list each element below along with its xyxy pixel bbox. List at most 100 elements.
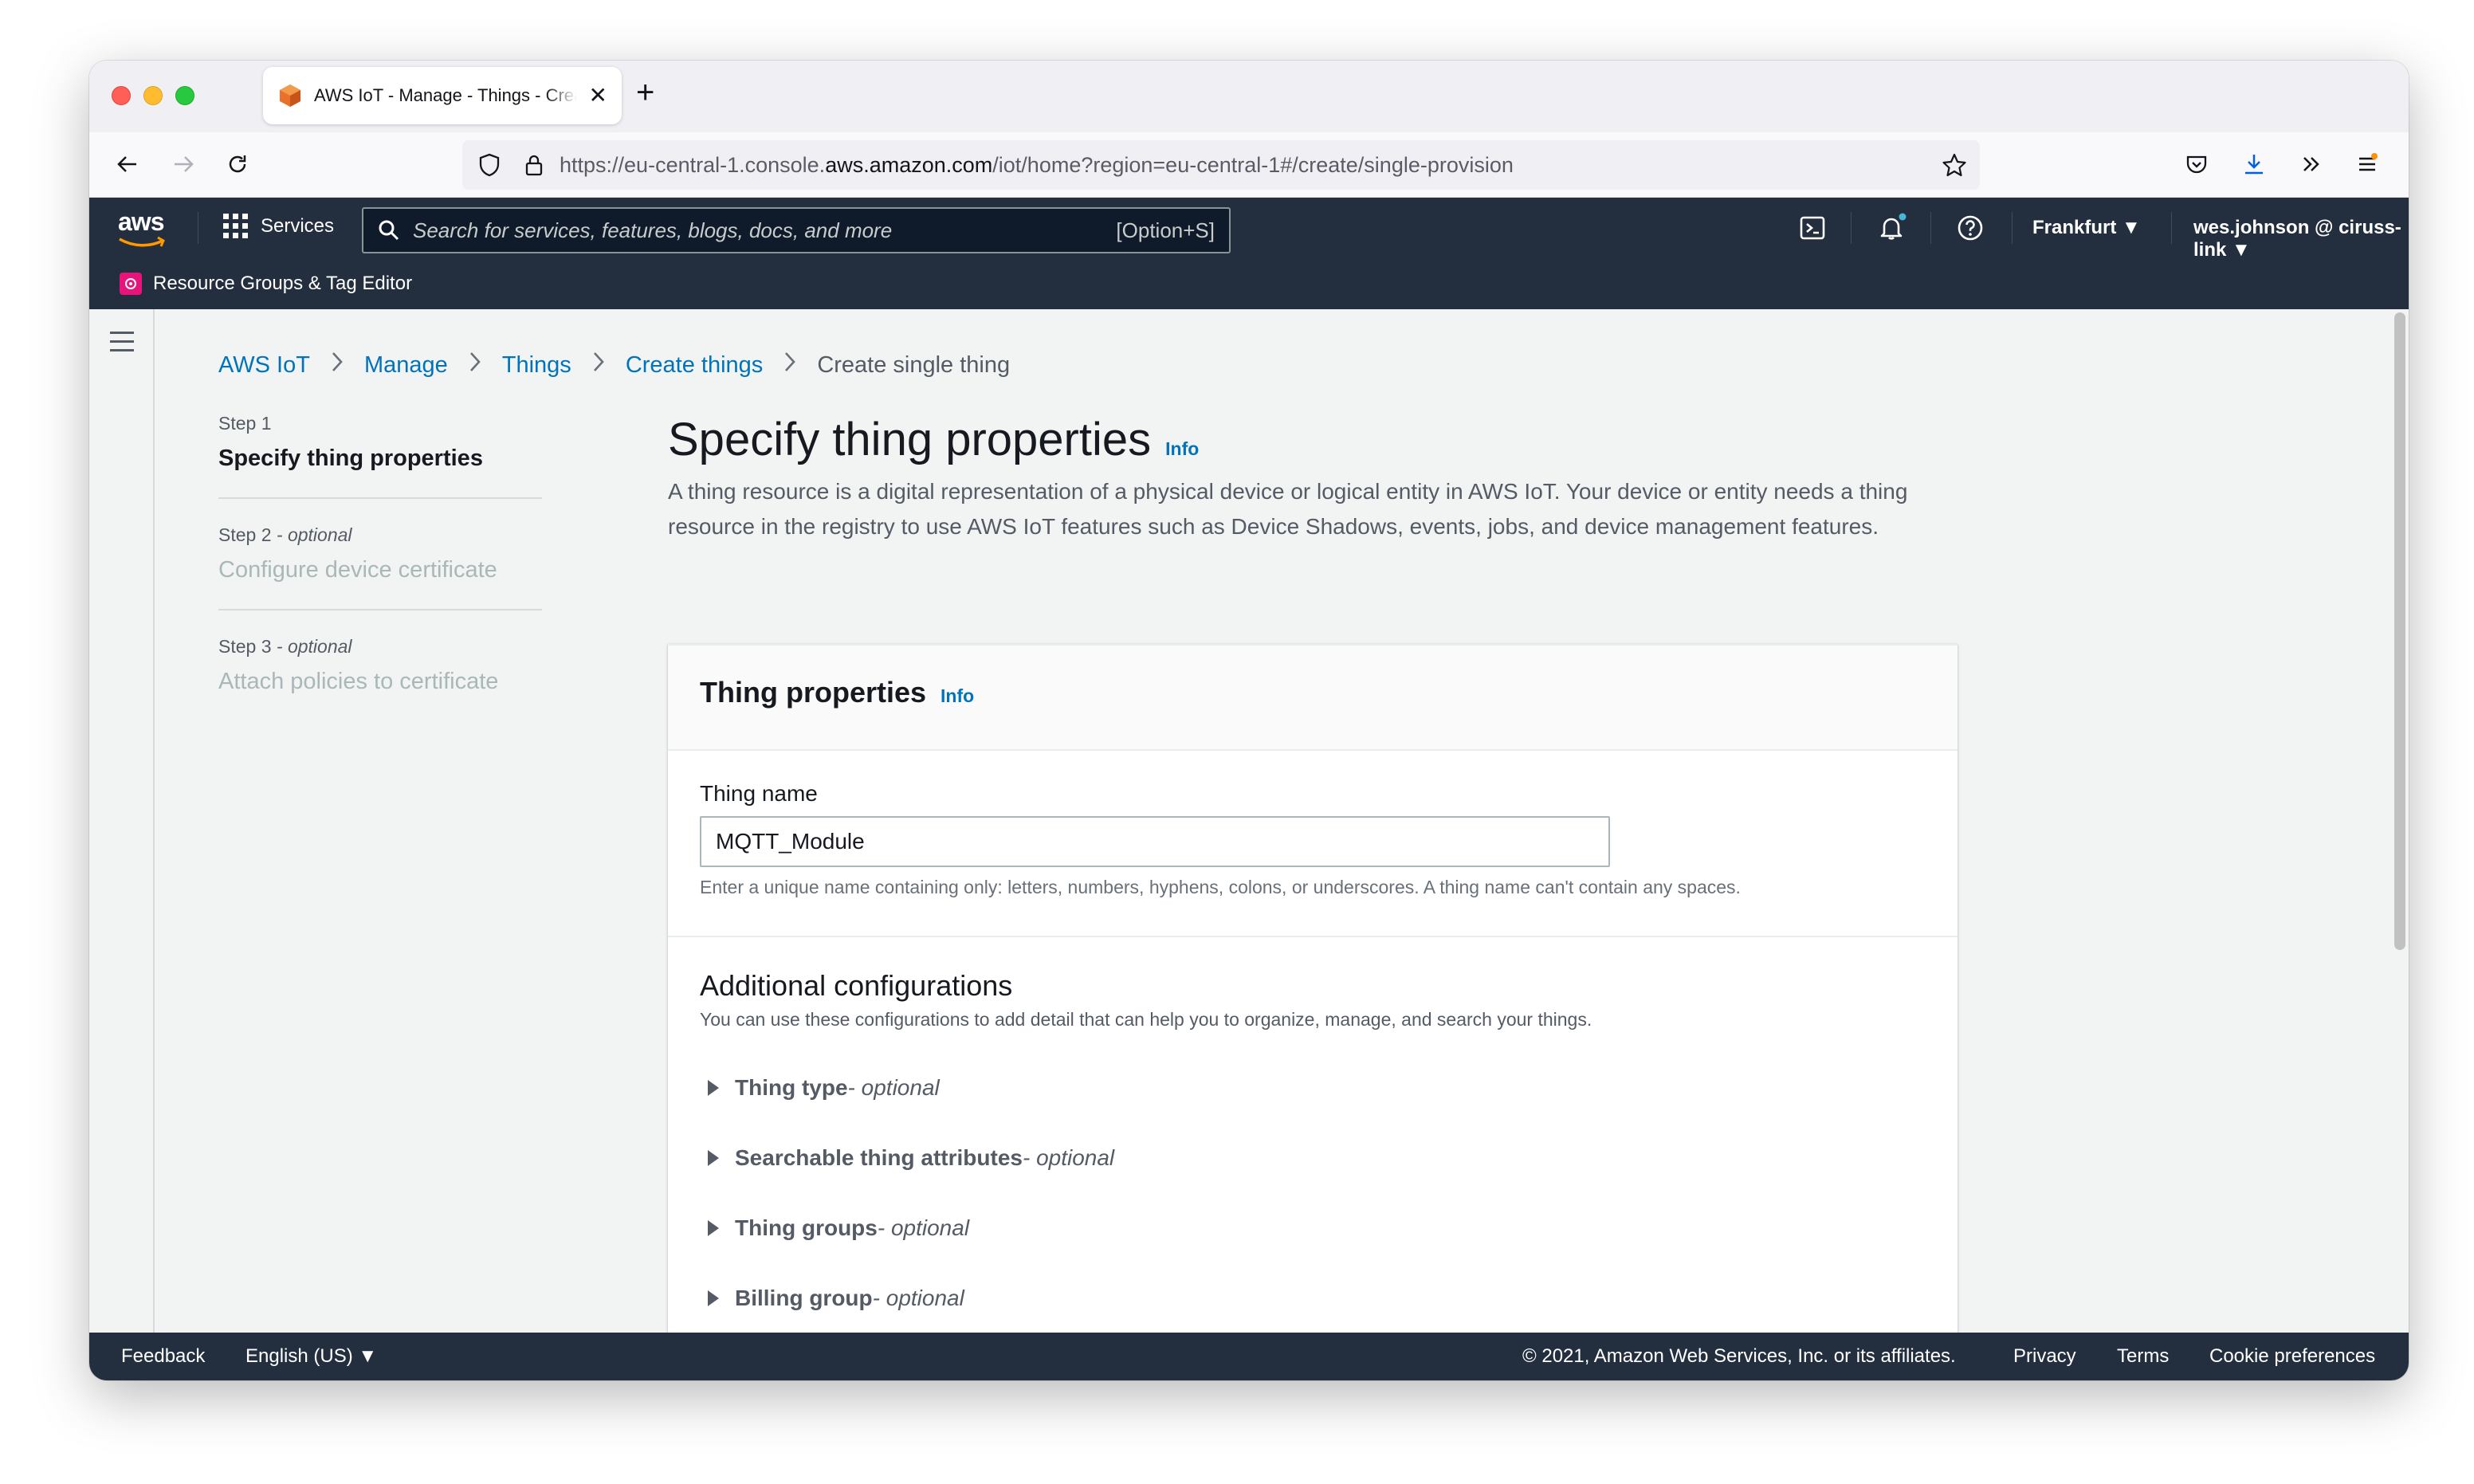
- thing-groups-expander[interactable]: Thing groups - optional: [700, 1215, 1926, 1241]
- page-title-text: Specify thing properties: [668, 414, 1152, 465]
- back-arrow-icon[interactable]: [110, 147, 145, 182]
- services-grid-icon: [223, 214, 248, 238]
- search-placeholder: Search for services, features, blogs, do…: [413, 218, 893, 242]
- panel-info-link[interactable]: Info: [941, 685, 974, 707]
- reload-icon[interactable]: [220, 147, 255, 182]
- account-menu[interactable]: wes.johnson @ ciruss-link ▼: [2193, 217, 2409, 261]
- expander-optional: - optional: [1022, 1145, 1115, 1170]
- menu-toggle-icon[interactable]: [110, 332, 134, 358]
- chevron-right-icon: [783, 351, 796, 379]
- caret-right-icon: [708, 1220, 719, 1236]
- additional-configurations-title: Additional configurations: [700, 969, 1013, 1002]
- expander-optional: - optional: [872, 1286, 964, 1310]
- caret-right-icon: [708, 1290, 719, 1306]
- services-menu-button[interactable]: Services: [223, 214, 334, 238]
- browser-tab[interactable]: AWS IoT - Manage - Things - Create ✕: [263, 67, 622, 124]
- wizard-step-2: Step 2 - optional Configure device certi…: [218, 524, 542, 610]
- info-link[interactable]: Info: [1165, 438, 1199, 460]
- downloads-icon[interactable]: [2236, 147, 2272, 182]
- breadcrumb: AWS IoT Manage Things Create things Crea…: [218, 351, 1010, 379]
- search-shortcut: [Option+S]: [1116, 218, 1215, 242]
- aws-iot-favicon-icon: [280, 84, 300, 107]
- breadcrumb-aws-iot[interactable]: AWS IoT: [218, 352, 310, 379]
- page-header: Specify thing properties Info A thing re…: [668, 413, 1951, 544]
- help-icon[interactable]: [1954, 212, 1986, 244]
- chevron-right-icon: [331, 351, 344, 379]
- step-label: Step 2 - optional: [218, 524, 352, 545]
- forward-arrow-icon[interactable]: [166, 147, 201, 182]
- cookie-preferences-link[interactable]: Cookie preferences: [2209, 1345, 2375, 1368]
- expander-label: Searchable thing attributes: [735, 1145, 1023, 1170]
- notifications-bell-icon[interactable]: [1876, 212, 1908, 244]
- header-divider: [1851, 212, 1852, 244]
- header-divider: [2171, 212, 2172, 244]
- scrollbar-thumb[interactable]: [2394, 312, 2405, 950]
- step-title: Configure device certificate: [218, 557, 497, 583]
- billing-group-expander[interactable]: Billing group - optional: [700, 1286, 1926, 1311]
- feedback-link[interactable]: Feedback: [121, 1345, 205, 1368]
- breadcrumb-create-things[interactable]: Create things: [626, 352, 764, 379]
- search-input[interactable]: Search for services, features, blogs, do…: [362, 207, 1231, 253]
- main-content: AWS IoT Manage Things Create things Crea…: [89, 309, 2409, 1372]
- caret-right-icon: [708, 1080, 719, 1096]
- resource-groups-icon: [120, 273, 142, 295]
- breadcrumb-current: Create single thing: [817, 351, 1011, 378]
- aws-console-header: aws Services Search for services, featur…: [89, 198, 2409, 309]
- page-title: Specify thing properties Info: [668, 413, 1951, 466]
- language-selector[interactable]: English (US) ▼: [245, 1345, 377, 1368]
- page-description: A thing resource is a digital representa…: [668, 479, 1908, 539]
- terms-link[interactable]: Terms: [2117, 1345, 2169, 1368]
- expander-optional: - optional: [877, 1215, 970, 1240]
- url-bar[interactable]: https://eu-central-1.console.aws.amazon.…: [462, 140, 1980, 190]
- expander-label: Billing group: [735, 1286, 873, 1310]
- step-label: Step 1: [218, 413, 272, 434]
- breadcrumb-things[interactable]: Things: [502, 352, 571, 379]
- overflow-menu-icon[interactable]: [2294, 147, 2329, 182]
- thing-name-input[interactable]: MQTT_Module: [700, 816, 1610, 867]
- panel-header: Thing properties Info: [668, 646, 1958, 751]
- services-label: Services: [261, 214, 335, 237]
- browser-window: AWS IoT - Manage - Things - Create ✕ + h…: [89, 61, 2409, 1380]
- thing-name-hint: Enter a unique name containing only: let…: [700, 877, 1741, 897]
- header-divider: [1930, 212, 1931, 244]
- chevron-right-icon: [592, 351, 605, 379]
- tab-strip: AWS IoT - Manage - Things - Create ✕ +: [89, 61, 2409, 132]
- additional-configurations-description: You can use these configurations to add …: [700, 1009, 1592, 1030]
- tab-title: AWS IoT - Manage - Things - Create: [314, 85, 577, 105]
- search-icon: [379, 220, 399, 241]
- bookmark-star-icon[interactable]: [1940, 151, 1969, 179]
- thing-type-expander[interactable]: Thing type - optional: [700, 1075, 1926, 1101]
- step-title: Attach policies to certificate: [218, 669, 499, 694]
- favorite-resource-groups-link[interactable]: Resource Groups & Tag Editor: [153, 273, 412, 295]
- close-window-button[interactable]: [112, 86, 131, 105]
- navigation-bar: https://eu-central-1.console.aws.amazon.…: [89, 132, 2409, 198]
- pocket-icon[interactable]: [2179, 147, 2214, 182]
- breadcrumb-manage[interactable]: Manage: [364, 352, 448, 379]
- wizard-step-3: Step 3 - optional Attach policies to cer…: [218, 636, 542, 720]
- expander-optional: - optional: [847, 1075, 940, 1100]
- app-menu-icon[interactable]: [2350, 147, 2385, 182]
- tracking-shield-icon[interactable]: [475, 151, 504, 179]
- aws-logo[interactable]: aws: [118, 207, 164, 237]
- thing-name-section: Thing name MQTT_Module Enter a unique na…: [668, 751, 1958, 937]
- panel-title: Thing properties: [700, 676, 927, 709]
- wizard-steps: Step 1 Specify thing properties Step 2 -…: [218, 413, 542, 746]
- privacy-link[interactable]: Privacy: [2013, 1345, 2076, 1368]
- step-title: Specify thing properties: [218, 446, 483, 471]
- expander-label: Thing type: [735, 1075, 848, 1100]
- lock-icon[interactable]: [520, 151, 548, 179]
- url-text: https://eu-central-1.console.aws.amazon.…: [560, 152, 1514, 177]
- copyright-text: © 2021, Amazon Web Services, Inc. or its…: [1522, 1345, 1956, 1367]
- searchable-attributes-expander[interactable]: Searchable thing attributes - optional: [700, 1145, 1926, 1171]
- wizard-step-1: Step 1 Specify thing properties: [218, 413, 542, 499]
- region-selector[interactable]: Frankfurt ▼: [2032, 217, 2141, 239]
- side-navigation-rail: [89, 309, 155, 1333]
- step-label: Step 3 - optional: [218, 636, 352, 657]
- header-divider: [2012, 212, 2013, 244]
- cloudshell-icon[interactable]: [1797, 212, 1828, 244]
- tab-close-icon[interactable]: ✕: [589, 84, 607, 107]
- minimize-window-button[interactable]: [143, 86, 163, 105]
- thing-name-label: Thing name: [700, 781, 818, 806]
- new-tab-button[interactable]: +: [636, 75, 654, 111]
- zoom-window-button[interactable]: [175, 86, 194, 105]
